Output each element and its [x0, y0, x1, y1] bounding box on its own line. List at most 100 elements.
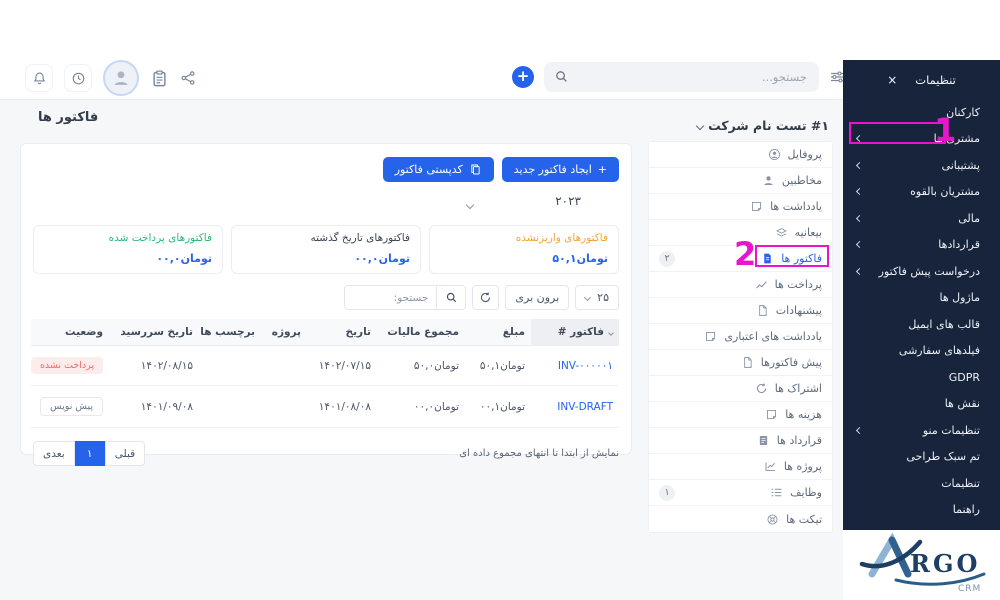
client-menu-expenses[interactable]: هزینه ها	[649, 402, 832, 428]
sidebar-item-estimate-request[interactable]: درخواست پیش فاکتور	[843, 258, 1000, 285]
argo-crm-logo: RGO CRM	[858, 532, 994, 594]
timesheet-button[interactable]	[64, 64, 92, 92]
col-amount[interactable]: مبلغ	[465, 319, 531, 346]
invoices-table: فاکتور # مبلغ مجموع مالیات تاریخ پروژه ب…	[31, 319, 619, 428]
tasks-icon	[770, 486, 783, 499]
stat-paid-title: فاکتورهای پرداخت شده	[44, 232, 212, 244]
sidebar-item-help[interactable]: راهنما	[843, 497, 1000, 524]
table-info: نمایش از ابتدا تا انتهای مجموع داده ای	[459, 448, 619, 459]
prev-page-button[interactable]: قبلی	[105, 441, 145, 466]
sidebar-item-leads[interactable]: مشتریان بالقوه	[843, 179, 1000, 206]
global-search-input[interactable]	[544, 62, 819, 92]
notifications-button[interactable]	[25, 64, 53, 92]
client-menu-estimates[interactable]: پیش فاکتورها	[649, 350, 832, 376]
sidebar-item-contracts[interactable]: قراردادها	[843, 232, 1000, 259]
sidebar-item-support[interactable]: پشتیبانی	[843, 152, 1000, 179]
copy-invoice-button[interactable]: کدپستی فاکتور	[383, 157, 494, 182]
global-search[interactable]	[544, 62, 819, 92]
stat-paid-value: ۰۰,۰تومان	[156, 252, 212, 265]
annotation-number-2: 2	[734, 238, 756, 270]
client-menu-payments[interactable]: پرداخت ها	[649, 272, 832, 298]
invoice-link[interactable]: INV-DRAFT	[557, 401, 613, 413]
reload-button[interactable]	[472, 285, 499, 310]
table-search-input[interactable]	[344, 285, 436, 310]
col-date[interactable]: تاریخ	[307, 319, 377, 346]
annotation-box-2	[755, 245, 829, 267]
tax-cell: ۵۰,۰تومان	[414, 360, 459, 372]
client-menu-tasks[interactable]: وظایف۱	[649, 480, 832, 506]
page-size-select[interactable]: ۲۵	[575, 285, 619, 310]
col-invoice-number[interactable]: فاکتور #	[531, 319, 619, 346]
document-icon	[765, 408, 778, 421]
next-page-button[interactable]: بعدی	[33, 441, 75, 466]
layers-icon	[775, 226, 788, 239]
client-menu-projects[interactable]: پروژه ها	[649, 454, 832, 480]
chevron-down-icon	[696, 121, 704, 129]
document-icon	[756, 304, 769, 317]
client-menu-contracts[interactable]: قرارداد ها	[649, 428, 832, 454]
clipboard-icon	[154, 71, 165, 85]
client-menu-tickets[interactable]: تیکت ها	[649, 506, 832, 532]
table-search-button[interactable]	[436, 285, 466, 310]
create-invoice-button[interactable]: + ایجاد فاکتور جدید	[502, 157, 619, 182]
year-filter[interactable]: ۲۰۲۳	[555, 194, 581, 208]
client-menu-proposals[interactable]: پیشنهادات	[649, 298, 832, 324]
invoices-count-badge: ۲	[659, 251, 675, 267]
date-cell: ۱۴۰۱/۰۸/۰۸	[319, 401, 371, 413]
user-icon	[762, 174, 775, 187]
close-icon[interactable]: ×	[887, 74, 897, 86]
share-icon	[182, 72, 194, 84]
page-title: فاکتور ها	[38, 110, 98, 125]
sidebar-item-modules[interactable]: ماژول ها	[843, 285, 1000, 312]
chart-line-icon	[755, 278, 768, 291]
contract-icon	[757, 434, 770, 447]
tasks-count-badge: ۱	[659, 485, 675, 501]
stat-overdue-title: فاکتورهای تاریخ گذشته	[242, 232, 410, 244]
collapse-chevron-icon[interactable]	[466, 201, 474, 209]
tags-cell	[199, 346, 261, 386]
col-project[interactable]: پروژه	[261, 319, 307, 346]
sliders-icon	[831, 72, 843, 82]
sidebar-item-menu-settings[interactable]: تنظیمات منو	[843, 417, 1000, 444]
logo-text: RGO	[910, 549, 980, 578]
projects-icon	[764, 460, 777, 473]
quick-add-button[interactable]: +	[512, 66, 534, 88]
client-menu-contacts[interactable]: مخاطبین	[649, 168, 832, 194]
client-menu-profile[interactable]: پروفایل	[649, 142, 832, 168]
stat-unpaid-value: ۵۰,۱تومان	[552, 252, 608, 265]
export-button[interactable]: برون بری	[505, 285, 569, 310]
document-icon	[741, 356, 754, 369]
sidebar-item-roles[interactable]: نقش ها	[843, 391, 1000, 418]
chevron-left-icon	[856, 162, 863, 169]
col-total-tax[interactable]: مجموع مالیات	[377, 319, 465, 346]
clipboard-button[interactable]	[150, 69, 169, 88]
col-tags[interactable]: برچسب ها	[199, 319, 261, 346]
sidebar-item-settings[interactable]: تنظیمات	[843, 470, 1000, 497]
sidebar-title: تنظیمات	[915, 73, 956, 87]
clock-icon	[73, 73, 84, 84]
sort-chevron-icon	[608, 330, 614, 336]
sidebar-item-custom-fields[interactable]: فیلدهای سفارشی	[843, 338, 1000, 365]
col-status[interactable]: وضعیت	[31, 319, 109, 346]
company-header[interactable]: #۱ تست نام شرکت	[648, 116, 833, 141]
client-menu-subscriptions[interactable]: اشتراک ها	[649, 376, 832, 402]
col-due-date[interactable]: تاریخ سررسید	[109, 319, 199, 346]
sidebar-item-email-templates[interactable]: قالب های ایمیل	[843, 311, 1000, 338]
due-date-cell: ۱۴۰۲/۰۸/۱۵	[141, 360, 193, 372]
avatar[interactable]	[103, 60, 139, 96]
client-menu-credit-notes[interactable]: یادداشت های اعتباری	[649, 324, 832, 350]
client-menu-notes[interactable]: یادداشت ها	[649, 194, 832, 220]
logo-subtext: CRM	[958, 584, 981, 594]
sidebar-item-theme-style[interactable]: تم سبک طراحی	[843, 444, 1000, 471]
sidebar-item-gdpr[interactable]: GDPR	[843, 364, 1000, 391]
stat-overdue: فاکتورهای تاریخ گذشته ۰۰,۰تومان	[231, 225, 421, 274]
due-date-cell: ۱۴۰۱/۰۹/۰۸	[141, 401, 193, 413]
annotation-number-1: 1	[934, 114, 956, 146]
project-cell	[261, 386, 307, 428]
chevron-left-icon	[856, 268, 863, 275]
invoice-link[interactable]: INV-۰۰۰۰۰۱	[558, 360, 613, 372]
stat-unpaid-title: فاکتورهای واریزنشده	[440, 232, 608, 244]
current-page-button[interactable]: ۱	[75, 441, 105, 466]
sidebar-item-finance[interactable]: مالی	[843, 205, 1000, 232]
share-button[interactable]	[180, 70, 196, 86]
